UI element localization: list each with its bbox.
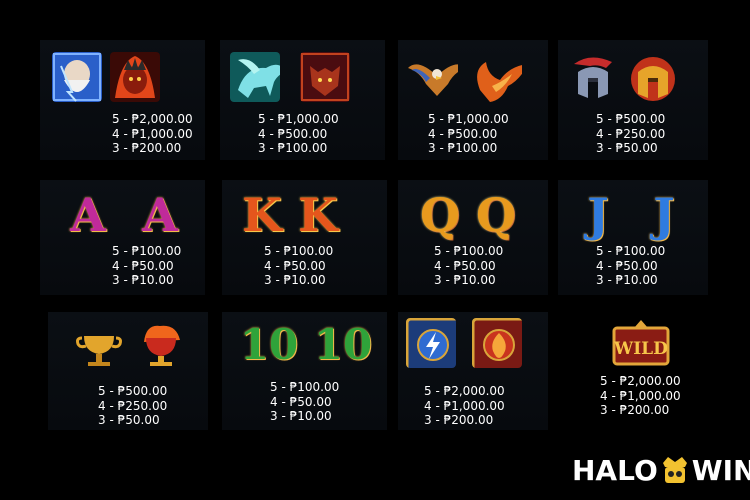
phoenix-icon bbox=[472, 56, 522, 106]
pay-5: 5 - ₱100.00 bbox=[596, 244, 666, 258]
pay-5: 5 - ₱500.00 bbox=[596, 112, 666, 126]
pay-4: 4 - ₱500.00 bbox=[428, 126, 498, 141]
wolf-icon bbox=[300, 52, 350, 102]
pay-5: 5 - ₱100.00 bbox=[434, 244, 504, 258]
pay-3: 3 - ₱100.00 bbox=[258, 141, 328, 155]
paytable-cell-helmet: 5 - ₱500.00 4 - ₱250.00 3 - ₱50.00 bbox=[558, 40, 708, 160]
wild-label: WILD bbox=[613, 339, 668, 359]
pay-3: 3 - ₱10.00 bbox=[596, 273, 658, 287]
pay-3: 3 - ₱10.00 bbox=[112, 273, 174, 287]
halowin-logo: HALO WIN bbox=[572, 450, 750, 490]
pay-5: 5 - ₱100.00 bbox=[270, 380, 340, 394]
letter-q-icon: Q bbox=[475, 188, 517, 242]
paytable-cell-j: J J 5 - ₱100.00 4 - ₱50.00 3 - ₱10.00 bbox=[558, 180, 708, 295]
letter-a-icon: A bbox=[142, 188, 178, 242]
lightning-emblem-icon bbox=[406, 318, 456, 368]
letter-k-icon: K bbox=[242, 188, 282, 242]
paytable-cell-chalice: 5 - ₱500.00 4 - ₱250.00 3 - ₱50.00 bbox=[48, 312, 208, 430]
pegasus-icon bbox=[230, 52, 280, 102]
pay-3: 3 - ₱10.00 bbox=[434, 273, 496, 287]
pay-4: 4 - ₱250.00 bbox=[98, 398, 168, 413]
letter-j-icon: J bbox=[587, 188, 609, 242]
blue-helmet-icon bbox=[568, 54, 618, 104]
hades-icon bbox=[110, 52, 160, 102]
paytable-cell-emblem: 5 - ₱2,000.00 4 - ₱1,000.00 3 - ₱200.00 bbox=[398, 312, 548, 430]
paytable-cell-k: K K 5 - ₱100.00 4 - ₱50.00 3 - ₱10.00 bbox=[222, 180, 387, 295]
pay-5: 5 - ₱100.00 bbox=[264, 244, 334, 258]
letter-q-icon: Q bbox=[419, 188, 461, 242]
pay-4: 4 - ₱250.00 bbox=[596, 126, 666, 141]
pay-4: 4 - ₱1,000.00 bbox=[112, 126, 193, 141]
pay-3: 3 - ₱10.00 bbox=[264, 273, 326, 287]
paytable-screen: 5 - ₱2,000.00 4 - ₱1,000.00 3 - ₱200.00 bbox=[0, 0, 750, 500]
zeus-icon bbox=[52, 52, 102, 102]
letter-10-icon: 10 bbox=[313, 320, 373, 369]
pay-5: 5 - ₱2,000.00 bbox=[424, 384, 505, 398]
wild-icon: WILD bbox=[612, 318, 670, 372]
letter-k-icon: K bbox=[298, 188, 338, 242]
pay-5: 5 - ₱2,000.00 bbox=[600, 374, 681, 388]
pay-5: 5 - ₱100.00 bbox=[112, 244, 182, 258]
paytable-cell-ten: 10 10 5 - ₱100.00 4 - ₱50.00 3 - ₱10.00 bbox=[222, 312, 387, 430]
eagle-icon bbox=[408, 56, 458, 106]
pay-4: 4 - ₱50.00 bbox=[264, 258, 326, 273]
pay-4: 4 - ₱50.00 bbox=[434, 258, 496, 273]
pay-3: 3 - ₱200.00 bbox=[112, 141, 182, 155]
paytable-cell-wild: WILD 5 - ₱2,000.00 4 - ₱1,000.00 3 - ₱20… bbox=[580, 312, 710, 430]
pay-4: 4 - ₱50.00 bbox=[270, 394, 332, 409]
fire-chalice-icon bbox=[136, 322, 186, 372]
gold-chalice-icon bbox=[74, 322, 124, 372]
letter-10-icon: 10 bbox=[239, 320, 299, 369]
paytable-cell-zeus: 5 - ₱2,000.00 4 - ₱1,000.00 3 - ₱200.00 bbox=[40, 40, 205, 160]
pay-3: 3 - ₱100.00 bbox=[428, 141, 498, 155]
pay-5: 5 - ₱1,000.00 bbox=[428, 112, 509, 126]
paytable-cell-q: Q Q 5 - ₱100.00 4 - ₱50.00 3 - ₱10.00 bbox=[398, 180, 548, 295]
crown-icon bbox=[660, 453, 690, 487]
pay-4: 4 - ₱500.00 bbox=[258, 126, 328, 141]
gold-helmet-icon bbox=[628, 54, 678, 104]
pay-5: 5 - ₱2,000.00 bbox=[112, 112, 193, 126]
logo-left-text: HALO bbox=[572, 453, 658, 487]
letter-j-icon: J bbox=[653, 188, 675, 242]
letter-a-icon: A bbox=[70, 188, 106, 242]
paytable-cell-a: A A 5 - ₱100.00 4 - ₱50.00 3 - ₱10.00 bbox=[40, 180, 205, 295]
pay-4: 4 - ₱50.00 bbox=[112, 258, 174, 273]
logo-right-text: WIN bbox=[691, 453, 750, 487]
pay-3: 3 - ₱50.00 bbox=[98, 413, 160, 427]
pay-3: 3 - ₱200.00 bbox=[600, 403, 670, 417]
pay-5: 5 - ₱500.00 bbox=[98, 384, 168, 398]
fire-emblem-icon bbox=[472, 318, 522, 368]
pay-4: 4 - ₱1,000.00 bbox=[424, 398, 505, 413]
paytable-cell-eagle: 5 - ₱1,000.00 4 - ₱500.00 3 - ₱100.00 bbox=[398, 40, 548, 160]
pay-3: 3 - ₱10.00 bbox=[270, 409, 332, 423]
paytable-cell-pegasus: 5 - ₱1,000.00 4 - ₱500.00 3 - ₱100.00 bbox=[220, 40, 385, 160]
pay-3: 3 - ₱200.00 bbox=[424, 413, 494, 427]
pay-5: 5 - ₱1,000.00 bbox=[258, 112, 339, 126]
pay-4: 4 - ₱50.00 bbox=[596, 258, 658, 273]
pay-3: 3 - ₱50.00 bbox=[596, 141, 658, 155]
pay-4: 4 - ₱1,000.00 bbox=[600, 388, 681, 403]
